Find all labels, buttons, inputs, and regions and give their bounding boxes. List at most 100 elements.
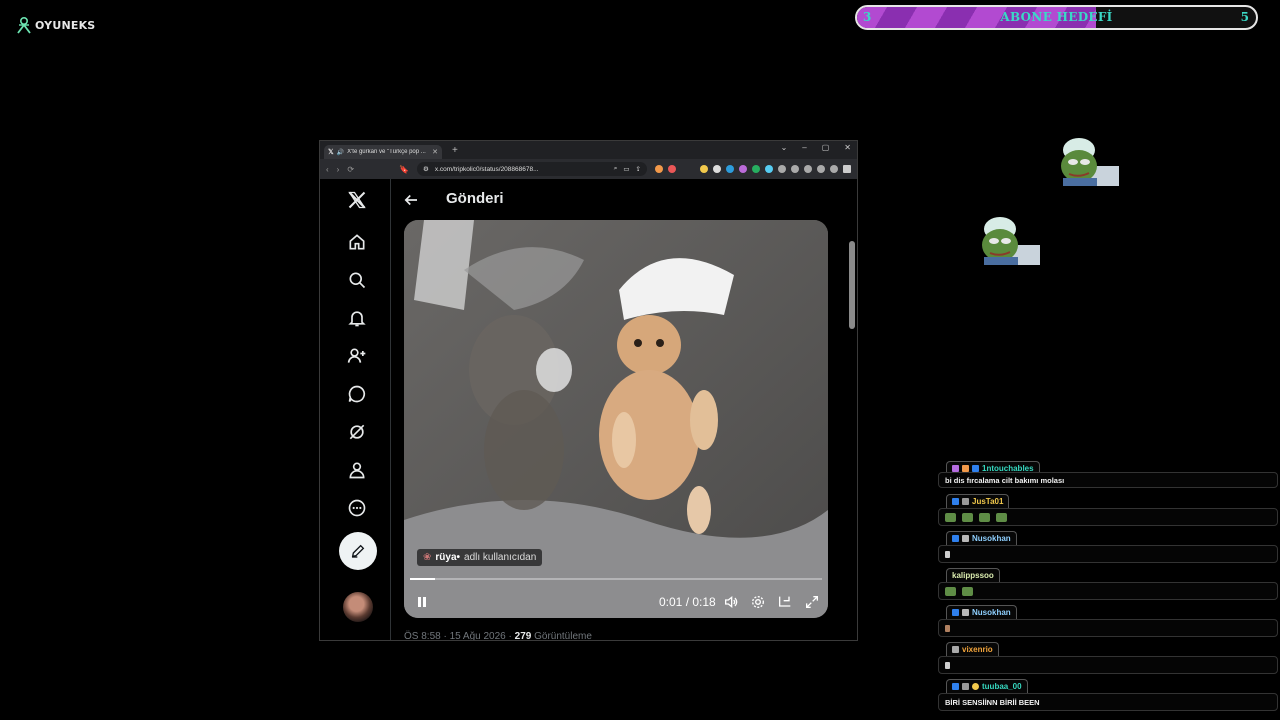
back-arrow-icon[interactable] <box>402 191 420 209</box>
extensions-area <box>655 165 851 173</box>
media-icon[interactable] <box>791 165 799 173</box>
tab-bar: 𝕏 🔊 X'te gürkan ve "Türkçe pop ... ✕ + ⌄… <box>320 141 857 159</box>
chat-message-body <box>938 619 1278 637</box>
zoom-icon[interactable]: ⌕ <box>614 165 618 173</box>
video-time: 0:01 / 0:18 <box>659 595 716 609</box>
page-title: Gönderi <box>446 190 504 207</box>
chat-message: vixenrio <box>938 642 1278 674</box>
audio-icon: 🔊 <box>336 149 345 156</box>
pepe-emote-sticker <box>982 217 1040 265</box>
chat-message: Nusokhan <box>938 531 1278 563</box>
chat-message-text: bi dis fırcalama cilt bakımı molası <box>945 475 1065 485</box>
share-icon[interactable]: ⇪ <box>636 165 641 173</box>
chat-username[interactable]: vixenrio <box>962 645 993 654</box>
video-controls: 0:01 / 0:18 <box>404 590 828 614</box>
compose-post-button[interactable] <box>339 532 377 570</box>
vpn-icon[interactable] <box>830 165 838 173</box>
bookmark-icon[interactable]: 🔖 <box>399 165 409 174</box>
chat-message: kalippssoo <box>938 568 1278 600</box>
logo-mark-icon <box>17 16 31 34</box>
menu-icon[interactable] <box>843 165 851 173</box>
grok-icon[interactable] <box>344 419 370 445</box>
logo-text: OYUNEKS <box>35 18 96 32</box>
extension-icon[interactable] <box>700 165 708 173</box>
page-scrollbar[interactable] <box>849 211 855 640</box>
settings-gear-icon[interactable] <box>750 594 766 610</box>
x-logo-icon[interactable] <box>344 187 370 213</box>
brave-rewards-icon[interactable] <box>668 165 676 173</box>
chat-message-body: bi dis fırcalama cilt bakımı molası <box>938 472 1278 488</box>
scrollbar-thumb[interactable] <box>849 241 855 329</box>
prime-badge-icon <box>972 465 979 472</box>
video-progress-fill <box>410 578 435 580</box>
reload-icon[interactable]: ⟳ <box>347 165 354 174</box>
sub-badge-icon <box>962 535 969 542</box>
bell-icon[interactable] <box>344 305 370 331</box>
goal-title: ABONE HEDEFİ <box>1000 10 1113 24</box>
new-tab-icon[interactable]: + <box>452 145 458 156</box>
browser-window: 𝕏 🔊 X'te gürkan ve "Türkçe pop ... ✕ + ⌄… <box>319 140 858 641</box>
prime-badge-icon <box>952 683 959 690</box>
chat-message-body <box>938 508 1278 526</box>
chat-message-body: BİRİ SENSİİNN BİRİİ BEEN <box>938 693 1278 711</box>
video-player[interactable]: ❀ rüya• adlı kullanıcıdan 0:01 / 0:18 <box>404 220 828 618</box>
maximize-icon[interactable]: ▢ <box>822 143 830 152</box>
x-favicon-icon: 𝕏 <box>328 149 334 156</box>
account-avatar[interactable] <box>343 592 373 622</box>
url-field[interactable]: ⚙ x.com/tripkolic0/status/208868678... ⌕… <box>417 162 647 176</box>
gift-badge-icon <box>962 465 969 472</box>
chat-icon[interactable] <box>344 381 370 407</box>
home-icon[interactable] <box>344 229 370 255</box>
pepe-emote-icon <box>945 586 956 596</box>
extension-icon[interactable] <box>726 165 734 173</box>
sub-badge-icon <box>962 498 969 505</box>
chat-message: 1ntouchables bi dis fırcalama cilt bakım… <box>938 458 1278 488</box>
chat-username[interactable]: kalippssoo <box>952 571 994 580</box>
chat-username-tab: kalippssoo <box>946 568 1000 582</box>
tab-search-icon[interactable]: ⌄ <box>781 143 788 152</box>
fullscreen-icon[interactable] <box>804 594 820 610</box>
chat-username[interactable]: tuubaa_00 <box>982 682 1022 691</box>
credit-user: rüya• <box>435 552 461 563</box>
pepe-emote-icon <box>979 512 990 522</box>
chat-message-text: BİRİ SENSİİNN BİRİİ BEEN <box>945 697 1040 707</box>
channel-logo: OYUNEKS <box>16 16 95 34</box>
pepe-emote-icon <box>945 512 956 522</box>
post-meta: ÖS 8:58 · 15 Ağu 2026 · 279 Görüntüleme <box>404 631 592 640</box>
cast-icon[interactable]: ▭ <box>623 165 629 173</box>
chat-username[interactable]: Nusokhan <box>972 534 1011 543</box>
close-window-icon[interactable]: ✕ <box>844 143 851 152</box>
back-nav-icon[interactable]: ‹ <box>326 165 329 174</box>
volume-icon[interactable] <box>723 594 739 610</box>
chat-username[interactable]: Nusokhan <box>972 608 1011 617</box>
picture-in-picture-icon[interactable] <box>777 594 793 610</box>
search-icon[interactable] <box>344 267 370 293</box>
compose-icon <box>351 544 365 558</box>
follow-icon[interactable] <box>344 343 370 369</box>
extension-icon[interactable] <box>739 165 747 173</box>
address-bar-row: ‹ › ⟳ 🔖 ⚙ x.com/tripkolic0/status/208868… <box>320 159 857 179</box>
sidebar-icon[interactable] <box>804 165 812 173</box>
leo-icon[interactable] <box>817 165 825 173</box>
site-info-icon[interactable]: ⚙ <box>423 165 429 173</box>
extension-icon[interactable] <box>765 165 773 173</box>
chat-message: Nusokhan <box>938 605 1278 637</box>
post-views-count: 279 <box>514 631 532 640</box>
more-icon[interactable] <box>344 495 370 521</box>
video-progress-track[interactable] <box>410 578 822 580</box>
extension-icon[interactable] <box>713 165 721 173</box>
browser-tab[interactable]: 𝕏 🔊 X'te gürkan ve "Türkçe pop ... ✕ <box>324 145 442 159</box>
extensions-puzzle-icon[interactable] <box>778 165 786 173</box>
window-controls: ⌄ – ▢ ✕ <box>781 143 851 152</box>
post-header: Gönderi <box>392 179 847 221</box>
forward-nav-icon[interactable]: › <box>337 165 340 174</box>
minimize-icon[interactable]: – <box>802 143 806 152</box>
profile-icon[interactable] <box>344 457 370 483</box>
pepe-emote-icon <box>962 586 973 596</box>
pause-icon[interactable] <box>416 596 428 608</box>
extension-icon[interactable] <box>752 165 760 173</box>
tab-close-icon[interactable]: ✕ <box>432 148 438 156</box>
subscriber-goal-bar: 3 ABONE HEDEFİ 5 <box>855 5 1258 30</box>
chat-username[interactable]: JusTa01 <box>972 497 1003 506</box>
brave-shield-icon[interactable] <box>655 165 663 173</box>
